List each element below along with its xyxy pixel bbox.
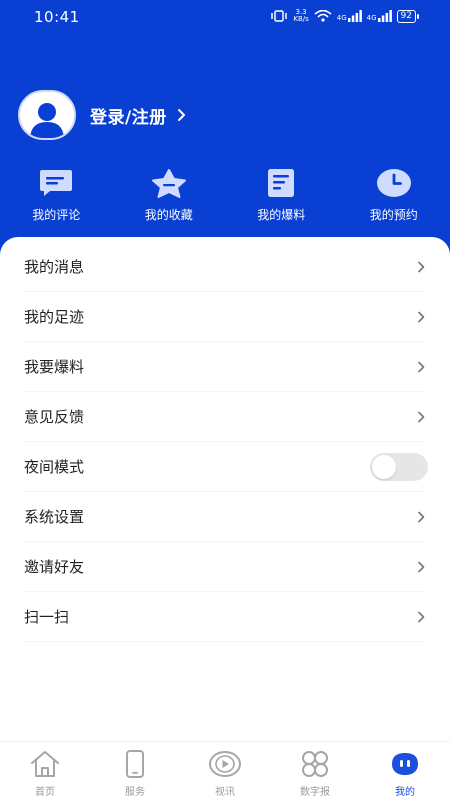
quick-action-comments[interactable]: 我的评论 — [0, 168, 113, 223]
menu-item-history[interactable]: 我的足迹 — [24, 292, 426, 342]
quick-action-label: 我的预约 — [369, 208, 418, 222]
menu-item-label: 扫一扫 — [24, 608, 70, 626]
chevron-right-icon — [177, 109, 185, 121]
network-speed: 3.3 KB/s — [293, 8, 309, 23]
profile-face-icon — [392, 753, 418, 775]
status-bar: 10:41 3.3 KB/s 4G 4G 92 — [0, 0, 450, 34]
user-silhouette-icon — [30, 103, 64, 138]
menu-item-submit-tip[interactable]: 我要爆料 — [24, 342, 426, 392]
menu-item-night-mode: 夜间模式 — [24, 442, 428, 492]
document-icon — [268, 169, 295, 197]
menu-item-label: 系统设置 — [24, 508, 85, 526]
quick-actions: 我的评论 我的收藏 我的爆料 我的预约 — [0, 168, 450, 223]
menu-item-settings[interactable]: 系统设置 — [24, 492, 426, 542]
comment-icon — [40, 170, 73, 196]
login-entry[interactable]: 登录/注册 — [18, 90, 187, 140]
toggle-knob — [372, 454, 396, 479]
quick-action-label: 我的收藏 — [144, 208, 193, 222]
tab-label: 数字报 — [300, 787, 330, 798]
chevron-right-icon — [418, 361, 425, 372]
tab-video[interactable]: 视讯 — [180, 742, 270, 800]
profile-header: 10:41 3.3 KB/s 4G 4G 92 登录/注册 我的评论 我的收藏 … — [0, 0, 450, 265]
tab-services[interactable]: 服务 — [90, 742, 180, 800]
quick-action-label: 我的评论 — [32, 208, 81, 222]
menu-item-scan[interactable]: 扫一扫 — [24, 592, 426, 642]
menu-panel: 我的消息 我的足迹 我要爆料 意见反馈 夜间模式 系统设置 邀请好友 扫一扫 — [0, 237, 450, 741]
home-icon — [31, 751, 59, 777]
signal-1: 4G — [337, 10, 362, 22]
quick-action-label: 我的爆料 — [257, 208, 306, 222]
quick-action-appointments[interactable]: 我的预约 — [338, 168, 450, 223]
status-time: 10:41 — [34, 8, 80, 26]
tab-label: 我的 — [395, 787, 415, 798]
menu-item-label: 邀请好友 — [24, 558, 85, 576]
menu-item-invite[interactable]: 邀请好友 — [24, 542, 426, 592]
tab-label: 视讯 — [215, 787, 235, 798]
menu-item-feedback[interactable]: 意见反馈 — [24, 392, 426, 442]
wifi-icon — [314, 10, 332, 22]
signal-bars-icon — [347, 10, 362, 22]
clock-icon — [376, 169, 411, 197]
menu-item-messages[interactable]: 我的消息 — [24, 242, 426, 292]
tab-me[interactable]: 我的 — [360, 742, 450, 800]
chevron-right-icon — [418, 511, 425, 522]
signal-2: 4G — [367, 10, 392, 22]
menu-item-label: 我的足迹 — [24, 308, 85, 326]
quick-action-favorites[interactable]: 我的收藏 — [113, 168, 226, 223]
menu-list: 我的消息 我的足迹 我要爆料 意见反馈 夜间模式 系统设置 邀请好友 扫一扫 — [0, 242, 450, 642]
menu-item-label: 我要爆料 — [24, 358, 85, 376]
grid-icon — [302, 751, 328, 777]
chevron-right-icon — [418, 561, 425, 572]
tab-label: 首页 — [35, 787, 55, 798]
phone-icon — [126, 750, 144, 778]
bottom-tab-bar: 首页 服务 视讯 数字报 我的 — [0, 741, 450, 800]
signal-bars-icon — [377, 10, 392, 22]
play-icon — [209, 751, 241, 777]
menu-item-label: 夜间模式 — [24, 458, 85, 476]
menu-item-label: 我的消息 — [24, 258, 85, 276]
battery-icon: 92 — [396, 9, 420, 23]
tab-home[interactable]: 首页 — [0, 742, 90, 800]
chevron-right-icon — [418, 611, 425, 622]
chevron-right-icon — [418, 411, 425, 422]
avatar — [18, 90, 76, 140]
chevron-right-icon — [418, 261, 425, 272]
chevron-right-icon — [418, 311, 425, 322]
star-icon — [151, 169, 186, 198]
menu-item-label: 意见反馈 — [24, 408, 85, 426]
tab-label: 服务 — [125, 787, 145, 798]
login-label: 登录/注册 — [90, 107, 167, 128]
vibrate-icon — [271, 10, 288, 22]
status-icons: 3.3 KB/s 4G 4G 92 — [270, 8, 420, 23]
tab-digital-paper[interactable]: 数字报 — [270, 742, 360, 800]
night-mode-toggle[interactable] — [370, 452, 428, 481]
quick-action-tipoffs[interactable]: 我的爆料 — [225, 168, 338, 223]
